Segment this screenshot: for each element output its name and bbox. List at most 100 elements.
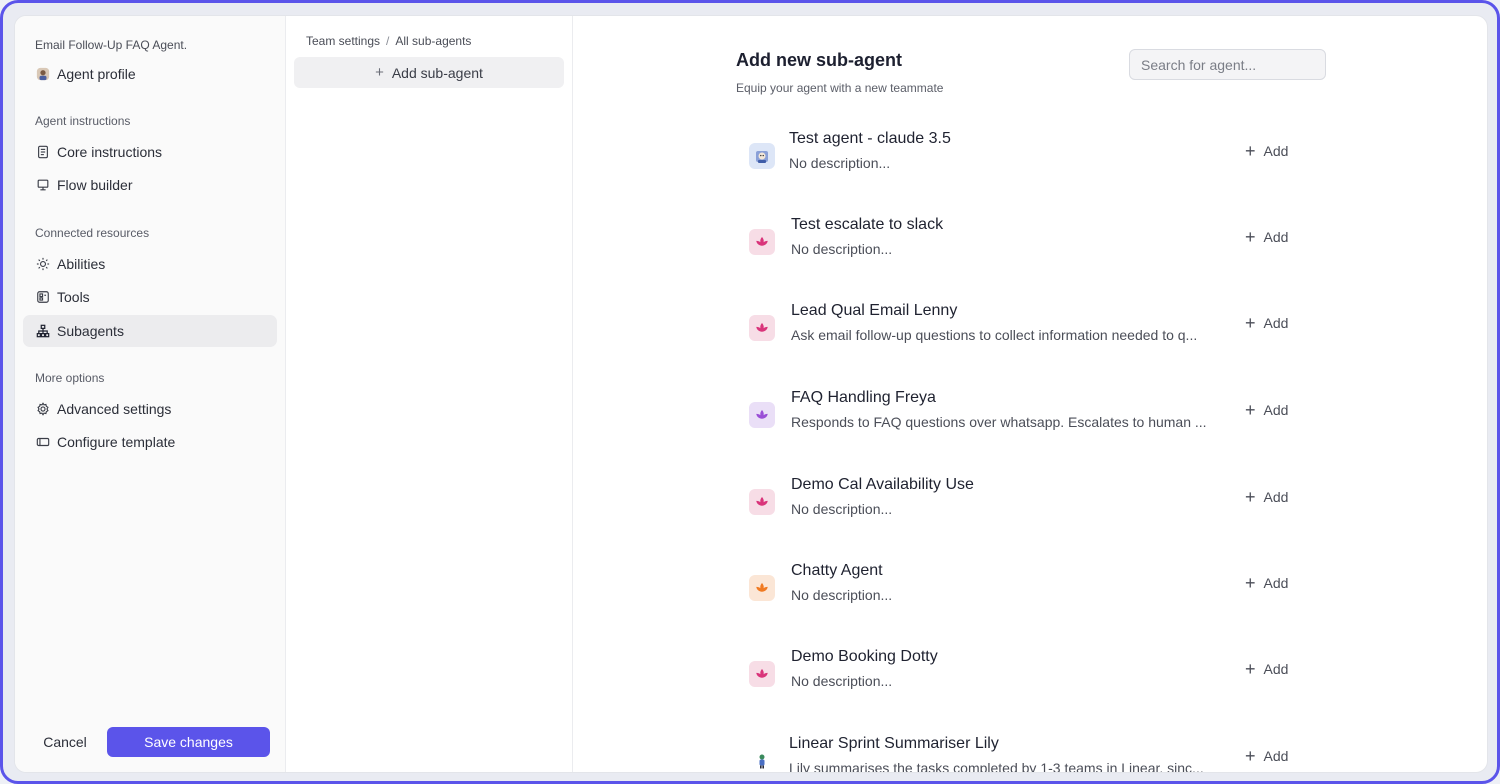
nav-subagents[interactable]: Subagents bbox=[23, 315, 277, 347]
add-label: Add bbox=[1263, 229, 1289, 245]
breadcrumb: Team settings / All sub-agents bbox=[306, 34, 471, 48]
agent-description: No description... bbox=[791, 501, 893, 517]
nav-configure-template[interactable]: Configure template bbox=[23, 426, 277, 458]
plus-icon: + bbox=[1245, 400, 1256, 420]
plus-icon: + bbox=[1245, 487, 1256, 507]
agent-description: Responds to FAQ questions over whatsapp.… bbox=[791, 414, 1207, 430]
add-label: Add bbox=[1263, 661, 1289, 677]
app-frame: Email Follow-Up FAQ Agent. Agent profile… bbox=[0, 0, 1500, 784]
add-label: Add bbox=[1263, 402, 1289, 418]
agent-description: No description... bbox=[791, 587, 893, 603]
tools-grid-icon bbox=[35, 290, 50, 305]
plus-icon: + bbox=[1245, 313, 1256, 333]
plus-icon: + bbox=[1245, 141, 1256, 161]
agent-name: Linear Sprint Summariser Lily bbox=[789, 735, 999, 752]
lotus-icon bbox=[749, 229, 775, 255]
add-label: Add bbox=[1263, 575, 1289, 591]
plus-icon: + bbox=[1245, 227, 1256, 247]
agent-description: Ask email follow-up questions to collect… bbox=[791, 327, 1198, 343]
agent-description: No description... bbox=[791, 241, 893, 257]
add-agent-button[interactable]: + Add bbox=[1245, 658, 1288, 680]
section-label-more: More options bbox=[35, 371, 105, 385]
template-icon bbox=[35, 435, 50, 450]
nav-abilities[interactable]: Abilities bbox=[23, 248, 277, 280]
plus-icon: + bbox=[375, 64, 384, 81]
nav-label: Flow builder bbox=[57, 177, 133, 193]
nav-core-instructions[interactable]: Core instructions bbox=[23, 136, 277, 168]
agent-row: Lead Qual Email Lenny Ask email follow-up… bbox=[749, 302, 1309, 362]
robot-avatar-icon-graphic bbox=[756, 151, 768, 163]
nav-flow-builder[interactable]: Flow builder bbox=[23, 169, 277, 201]
gear-icon bbox=[35, 402, 50, 417]
add-sub-agent-button[interactable]: + Add sub-agent bbox=[294, 57, 564, 88]
lotus-icon-graphic bbox=[756, 669, 768, 678]
agent-description: No description... bbox=[789, 155, 891, 171]
add-agent-button[interactable]: + Add bbox=[1245, 745, 1288, 767]
breadcrumb-separator: / bbox=[386, 34, 390, 48]
breadcrumb-all-sub-agents[interactable]: All sub-agents bbox=[395, 34, 471, 48]
add-agent-button[interactable]: + Add bbox=[1245, 312, 1288, 334]
subagents-panel: Team settings / All sub-agents + Add sub… bbox=[286, 16, 573, 772]
breadcrumb-team-settings[interactable]: Team settings bbox=[306, 34, 380, 48]
hierarchy-icon bbox=[35, 324, 50, 339]
nav-advanced-settings[interactable]: Advanced settings bbox=[23, 393, 277, 425]
monitor-icon bbox=[35, 178, 50, 193]
add-agent-button[interactable]: + Add bbox=[1245, 140, 1288, 162]
lotus-icon-graphic bbox=[756, 583, 768, 592]
left-sidebar: Email Follow-Up FAQ Agent. Agent profile… bbox=[15, 16, 286, 772]
nav-label: Advanced settings bbox=[57, 401, 172, 417]
agent-name: Lead Qual Email Lenny bbox=[791, 302, 958, 319]
agent-row: Demo Booking Dotty No description... + Add bbox=[749, 648, 1309, 708]
cancel-button[interactable]: Cancel bbox=[35, 727, 95, 757]
add-agent-button[interactable]: + Add bbox=[1245, 486, 1288, 508]
lotus-icon-graphic bbox=[756, 497, 768, 506]
lotus-icon-graphic bbox=[756, 410, 768, 419]
add-agent-button[interactable]: + Add bbox=[1245, 399, 1288, 421]
agent-row: Test agent - claude 3.5 No description...… bbox=[749, 130, 1309, 190]
search-input[interactable] bbox=[1129, 49, 1326, 80]
nav-agent-profile[interactable]: Agent profile bbox=[23, 58, 277, 90]
section-label-resources: Connected resources bbox=[35, 226, 150, 240]
page-subtitle: Equip your agent with a new teammate bbox=[736, 81, 944, 95]
lotus-icon bbox=[749, 489, 775, 515]
agent-name: Demo Cal Availability Use bbox=[791, 476, 974, 493]
lotus-icon bbox=[749, 661, 775, 687]
document-icon bbox=[35, 145, 50, 160]
nav-label: Configure template bbox=[57, 434, 176, 450]
lotus-icon bbox=[749, 315, 775, 341]
lotus-icon-graphic bbox=[756, 323, 768, 332]
agent-row: Demo Cal Availability Use No description.… bbox=[749, 476, 1309, 536]
nav-tools[interactable]: Tools bbox=[23, 281, 277, 313]
agent-description: No description... bbox=[791, 673, 893, 689]
agent-name: Test escalate to slack bbox=[791, 216, 944, 233]
plus-icon: + bbox=[1245, 659, 1256, 679]
agent-row: Chatty Agent No description... + Add bbox=[749, 562, 1309, 622]
agent-description: Lily summarises the tasks completed by 1… bbox=[789, 760, 1204, 773]
lotus-icon bbox=[749, 402, 775, 428]
agent-row: Linear Sprint Summariser Lily Lily summar… bbox=[749, 735, 1309, 773]
nav-label: Agent profile bbox=[57, 66, 136, 82]
page-title: Add new sub-agent bbox=[736, 50, 902, 70]
nav-label: Core instructions bbox=[57, 144, 163, 160]
lotus-icon-graphic bbox=[756, 237, 768, 246]
plus-icon: + bbox=[1245, 573, 1256, 593]
add-sub-agent-label: Add sub-agent bbox=[391, 64, 483, 81]
agent-row: Test escalate to slack No description... +… bbox=[749, 216, 1309, 276]
save-changes-button[interactable]: Save changes bbox=[107, 727, 270, 757]
add-label: Add bbox=[1263, 315, 1289, 331]
person-avatar-icon bbox=[749, 748, 775, 772]
person-avatar-icon-graphic bbox=[759, 754, 765, 769]
add-agent-button[interactable]: + Add bbox=[1245, 572, 1288, 594]
section-label-instructions: Agent instructions bbox=[35, 114, 131, 128]
lotus-icon bbox=[749, 575, 775, 601]
robot-avatar-icon bbox=[749, 143, 775, 169]
agent-name: FAQ Handling Freya bbox=[791, 389, 936, 406]
agent-name: Demo Booking Dotty bbox=[791, 648, 938, 665]
nav-label: Subagents bbox=[57, 323, 124, 339]
add-label: Add bbox=[1263, 748, 1289, 764]
add-label: Add bbox=[1263, 489, 1289, 505]
agent-name: Chatty Agent bbox=[791, 562, 883, 579]
add-agent-button[interactable]: + Add bbox=[1245, 226, 1288, 248]
plus-icon: + bbox=[1245, 746, 1256, 766]
agent-name: Email Follow-Up FAQ Agent. bbox=[35, 38, 188, 52]
